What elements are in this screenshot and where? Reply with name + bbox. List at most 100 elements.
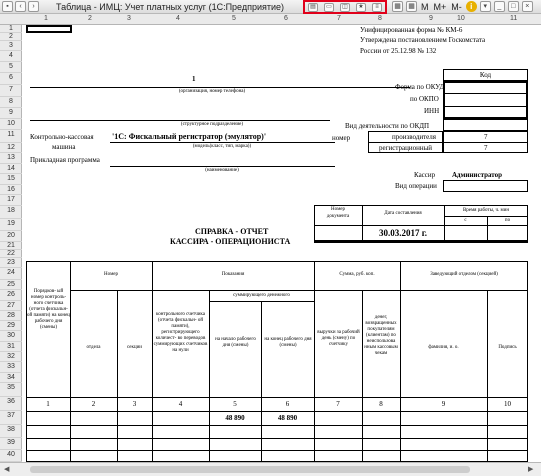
column-number: 10 xyxy=(504,400,511,408)
column-header[interactable]: 3 xyxy=(127,15,131,22)
row-header[interactable]: 16 xyxy=(0,185,22,195)
titlebar-right-tools: ▦ ▦ M M+ M- i ▾ _ □ × xyxy=(392,1,533,12)
app-menu-icon[interactable]: ▪ xyxy=(2,1,13,12)
subdivision-caption: (структурное подразделение) xyxy=(180,122,244,127)
info-icon[interactable]: i xyxy=(465,1,477,12)
row-header[interactable]: 22 xyxy=(0,250,22,258)
row-header[interactable]: 7 xyxy=(0,85,22,97)
number-label: номер xyxy=(332,134,351,142)
scroll-right-icon[interactable]: ▶ xyxy=(528,465,533,473)
manufacturer-label: производителя xyxy=(392,133,436,141)
row-header[interactable]: 39 xyxy=(0,438,22,450)
print-preview-icon[interactable]: ◫ xyxy=(340,2,350,12)
row-header[interactable]: 20 xyxy=(0,231,22,242)
scroll-thumb[interactable] xyxy=(30,466,470,473)
row-header[interactable]: 17 xyxy=(0,195,22,206)
table-col-line xyxy=(400,261,401,462)
column-header[interactable]: 9 xyxy=(429,15,433,22)
row-header[interactable]: 10 xyxy=(0,119,22,130)
column-header[interactable]: 6 xyxy=(284,15,288,22)
row-header[interactable]: 25 xyxy=(0,280,22,290)
signature-header: Подпись xyxy=(498,345,517,350)
horizontal-scrollbar[interactable]: ◀ ▶ xyxy=(0,462,541,476)
row-header[interactable]: 15 xyxy=(0,174,22,185)
row-header[interactable]: 11 xyxy=(0,130,22,143)
row-header[interactable]: 28 xyxy=(0,311,22,321)
row-header[interactable]: 27 xyxy=(0,301,22,311)
memory-plus-button[interactable]: M+ xyxy=(433,2,448,12)
add-favorite-icon[interactable]: ★ xyxy=(356,2,366,12)
number-header: Номер xyxy=(104,272,118,277)
row-header[interactable]: 23 xyxy=(0,258,22,268)
maximize-icon[interactable]: □ xyxy=(507,1,519,12)
save-icon[interactable]: ▤ xyxy=(308,2,318,12)
column-header[interactable]: 4 xyxy=(176,15,180,22)
row-header[interactable]: 38 xyxy=(0,425,22,438)
column-header[interactable]: 10 xyxy=(457,15,465,22)
calculator-icon[interactable]: ▦ xyxy=(392,1,403,12)
row-header[interactable]: 21 xyxy=(0,242,22,250)
column-number: 5 xyxy=(233,400,237,408)
column-header[interactable]: 1 xyxy=(44,15,48,22)
row-header[interactable]: 1 xyxy=(0,25,22,33)
okdp-cell xyxy=(443,119,528,131)
print-icon[interactable]: ▭ xyxy=(324,2,334,12)
row-header[interactable]: 14 xyxy=(0,164,22,174)
table-row-line xyxy=(26,450,528,451)
memory-button[interactable]: M xyxy=(420,2,430,12)
column-number: 3 xyxy=(132,400,137,408)
kkm-underline xyxy=(110,142,335,143)
registration-value: 7 xyxy=(484,144,488,152)
minimize-icon[interactable]: _ xyxy=(493,1,505,12)
history-icon[interactable]: ≡ xyxy=(372,2,382,12)
column-header[interactable]: 8 xyxy=(378,15,382,22)
row-header[interactable]: 2 xyxy=(0,33,22,41)
column-header[interactable]: 2 xyxy=(88,15,92,22)
row-header[interactable]: 29 xyxy=(0,321,22,331)
row-header[interactable]: 19 xyxy=(0,219,22,231)
row-header[interactable]: 34 xyxy=(0,373,22,383)
back-icon[interactable]: ‹ xyxy=(15,1,26,12)
row-header[interactable]: 31 xyxy=(0,342,22,352)
row-header[interactable]: 6 xyxy=(0,73,22,85)
row-header[interactable]: 8 xyxy=(0,97,22,108)
menu-icon[interactable]: ▾ xyxy=(479,1,491,12)
selected-cell[interactable] xyxy=(26,25,72,33)
row-header[interactable]: 18 xyxy=(0,206,22,219)
row-header[interactable]: 12 xyxy=(0,143,22,153)
forward-icon[interactable]: › xyxy=(28,1,39,12)
row-header[interactable]: 40 xyxy=(0,450,22,462)
row-header[interactable]: 3 xyxy=(0,41,22,51)
table-col-line xyxy=(209,290,210,462)
report-title: СПРАВКА - ОТЧЕТ xyxy=(195,227,269,236)
row-header[interactable]: 33 xyxy=(0,362,22,373)
row-header[interactable]: 37 xyxy=(0,411,22,425)
counter-number-header: Порядков- ый номер контроль- ного счетчи… xyxy=(27,289,70,330)
column-header[interactable]: 11 xyxy=(510,15,517,22)
row-header[interactable]: 36 xyxy=(0,397,22,411)
row-header[interactable]: 32 xyxy=(0,352,22,362)
close-icon[interactable]: × xyxy=(521,1,533,12)
spreadsheet-area[interactable]: Унифицированная форма № КМ-6 Утверждена … xyxy=(22,25,541,462)
row-header[interactable]: 30 xyxy=(0,331,22,342)
row-header[interactable]: 5 xyxy=(0,62,22,73)
code-values-box xyxy=(443,81,528,119)
row-header[interactable]: 35 xyxy=(0,383,22,397)
calendar-icon[interactable]: ▦ xyxy=(406,1,417,12)
column-header[interactable]: 7 xyxy=(337,15,341,22)
code-label: Код xyxy=(479,71,492,79)
row-header-bar: 1 2 3 4 5 6 7 8 9 10 11 12 13 14 15 16 1… xyxy=(0,25,22,462)
table-col-line xyxy=(487,290,488,462)
row-header[interactable]: 9 xyxy=(0,108,22,119)
end-header: на конец рабочего дня (смены) xyxy=(264,337,312,348)
doc-row-line xyxy=(444,216,528,217)
scroll-left-icon[interactable]: ◀ xyxy=(4,465,9,473)
row-header[interactable]: 26 xyxy=(0,290,22,301)
column-header[interactable]: 5 xyxy=(232,15,236,22)
column-number: 9 xyxy=(441,400,446,408)
amount-header: Сумма, руб. коп. xyxy=(339,272,375,277)
memory-minus-button[interactable]: M- xyxy=(450,2,463,12)
row-header[interactable]: 13 xyxy=(0,153,22,164)
row-header[interactable]: 4 xyxy=(0,51,22,62)
row-header[interactable]: 24 xyxy=(0,268,22,280)
